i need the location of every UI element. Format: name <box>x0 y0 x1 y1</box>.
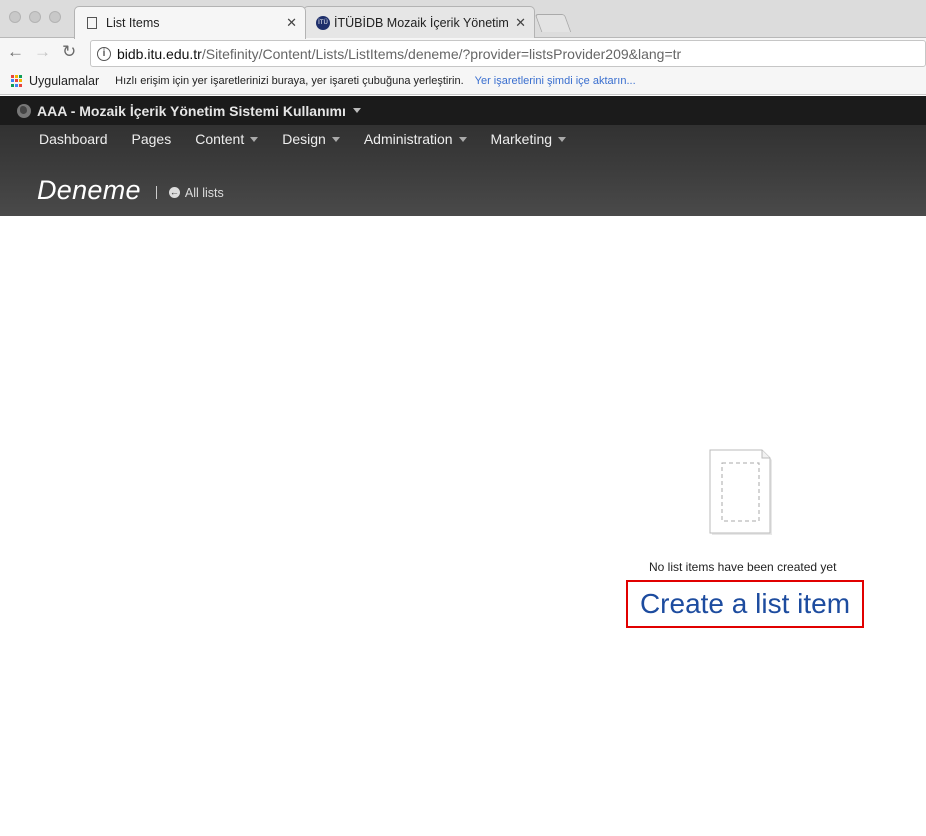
nav-design[interactable]: Design <box>282 131 340 147</box>
page-header: Deneme ← All lists <box>37 175 224 206</box>
close-icon[interactable]: ✕ <box>286 15 297 31</box>
address-bar[interactable]: i bidb.itu.edu.tr/Sitefinity/Content/Lis… <box>90 40 926 67</box>
itu-favicon-icon: İTÜ <box>316 15 330 30</box>
browser-tab-list-items[interactable]: List Items ✕ <box>74 6 306 39</box>
nav-label: Dashboard <box>39 131 108 147</box>
nav-marketing[interactable]: Marketing <box>490 131 567 147</box>
chevron-down-icon <box>331 136 340 142</box>
url-host: bidb.itu.edu.tr <box>117 45 202 62</box>
tab-title: List Items <box>106 16 160 30</box>
import-bookmarks-link[interactable]: Yer işaretlerini şimdi içe aktarın... <box>475 75 636 87</box>
main-navigation: Dashboard Pages Content Design Administr… <box>39 131 590 147</box>
bookmarks-bar: Uygulamalar Hızlı erişim için yer işaret… <box>0 68 926 95</box>
new-tab-button[interactable] <box>534 14 572 32</box>
empty-document-icon <box>709 449 772 535</box>
nav-label: Administration <box>363 131 453 147</box>
page-title: Deneme <box>37 175 141 205</box>
back-arrow-icon[interactable]: ← <box>7 42 24 62</box>
site-selector-bar: AAA - Mozaik İçerik Yönetim Sistemi Kull… <box>0 96 926 125</box>
site-title[interactable]: AAA - Mozaik İçerik Yönetim Sistemi Kull… <box>37 103 346 119</box>
chevron-down-icon <box>558 136 567 142</box>
chevron-down-icon <box>458 136 467 142</box>
bookmarks-hint: Hızlı erişim için yer işaretlerinizi bur… <box>115 75 464 87</box>
window-minimize-button[interactable] <box>29 11 41 23</box>
nav-administration[interactable]: Administration <box>364 131 467 147</box>
nav-label: Pages <box>131 131 172 147</box>
nav-pages[interactable]: Pages <box>132 131 172 147</box>
document-icon <box>87 17 97 29</box>
browser-tab-bar: List Items ✕ İTÜ İTÜBİDB Mozaik İçerik Y… <box>0 0 926 39</box>
empty-state-message: No list items have been created yet <box>649 560 837 574</box>
create-list-item-link[interactable]: Create a list item <box>626 580 864 628</box>
nav-content[interactable]: Content <box>195 131 259 147</box>
divider <box>155 186 157 199</box>
nav-label: Design <box>282 131 326 147</box>
reload-icon[interactable]: ↻ <box>62 42 76 62</box>
chevron-down-icon <box>250 136 259 142</box>
forward-arrow-icon[interactable]: → <box>34 42 51 62</box>
globe-icon <box>17 103 31 118</box>
nav-label: Content <box>195 131 245 147</box>
back-circle-icon[interactable]: ← <box>168 187 180 198</box>
tab-title: İTÜBİDB Mozaik İçerik Yönetim <box>334 15 509 30</box>
window-zoom-button[interactable] <box>49 11 61 23</box>
apps-link[interactable]: Uygulamalar <box>29 74 99 88</box>
sitefinity-header: AAA - Mozaik İçerik Yönetim Sistemi Kull… <box>0 96 926 216</box>
apps-grid-icon <box>11 75 23 87</box>
browser-toolbar: ← → ↻ i bidb.itu.edu.tr/Sitefinity/Conte… <box>0 38 926 68</box>
info-icon[interactable]: i <box>97 46 111 61</box>
all-lists-link[interactable]: All lists <box>185 186 224 200</box>
window-close-button[interactable] <box>9 11 21 23</box>
url-path: /Sitefinity/Content/Lists/ListItems/dene… <box>201 45 682 62</box>
chevron-down-icon[interactable] <box>352 108 361 113</box>
nav-label: Marketing <box>490 131 553 147</box>
browser-tab-itu[interactable]: İTÜ İTÜBİDB Mozaik İçerik Yönetim ✕ <box>303 6 535 38</box>
nav-dashboard[interactable]: Dashboard <box>39 131 108 147</box>
close-icon[interactable]: ✕ <box>515 15 526 31</box>
